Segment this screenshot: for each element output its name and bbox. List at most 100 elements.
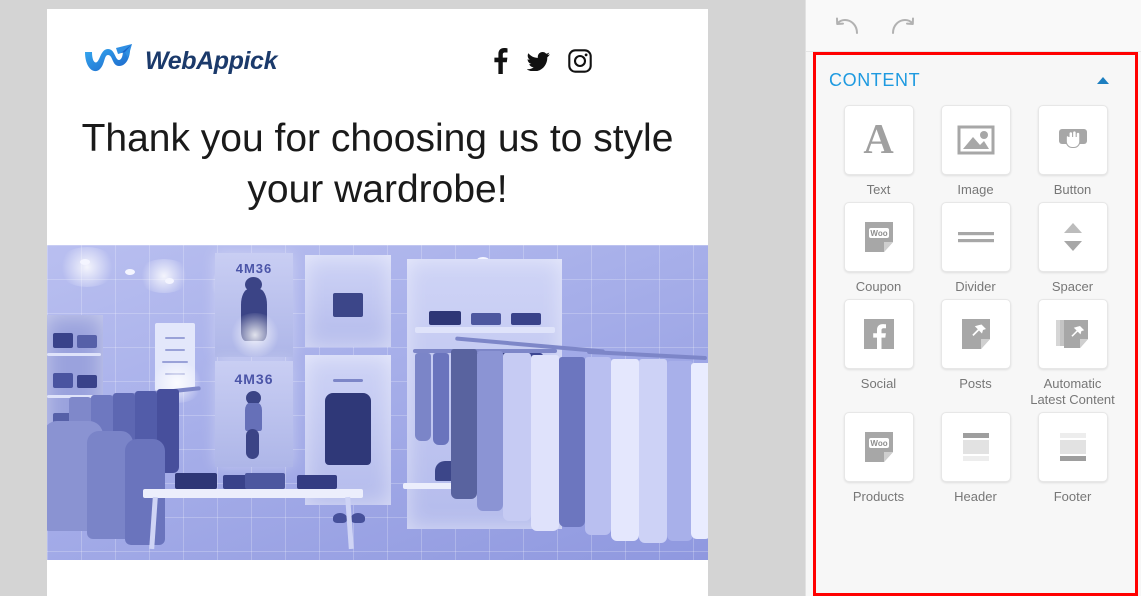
folded-clothes	[245, 473, 285, 489]
spacer-arrows-icon	[1063, 223, 1082, 251]
block-label: Posts	[959, 376, 992, 391]
block-label: Products	[852, 489, 905, 504]
content-panel-header[interactable]: CONTENT	[816, 55, 1135, 105]
facebook-icon[interactable]	[492, 48, 509, 74]
tile[interactable]	[940, 202, 1011, 272]
tile[interactable]	[940, 412, 1011, 482]
image-icon	[957, 125, 994, 155]
hanging-garment	[415, 353, 431, 441]
content-block-products[interactable]: Woo Products	[830, 412, 927, 505]
email-header-block[interactable]: WebAppick	[47, 9, 708, 113]
pin-post-icon	[961, 319, 990, 349]
poster-top: 4M36	[215, 253, 293, 357]
stacked-posts-icon	[1055, 320, 1088, 348]
facebook-square-icon	[863, 319, 894, 349]
content-block-footer[interactable]: Footer	[1024, 412, 1121, 505]
poster-glow	[229, 313, 281, 357]
block-label: Divider	[955, 279, 996, 294]
ceiling-light	[165, 278, 174, 284]
alcove-shelf	[415, 327, 555, 333]
content-block-button[interactable]: Button	[1024, 105, 1121, 198]
woo-products-icon: Woo	[864, 432, 893, 462]
email-document[interactable]: WebAppick Thank you for choosing us to s…	[47, 9, 708, 596]
hanging-garment	[503, 353, 531, 521]
hanging-garment	[691, 363, 708, 539]
hanging-jacket	[325, 393, 371, 465]
content-block-image[interactable]: Image	[927, 105, 1024, 198]
poster-text: 4M36	[234, 371, 274, 387]
hanger	[333, 379, 363, 382]
block-label: Social	[860, 376, 897, 391]
hanging-garment	[611, 359, 639, 541]
content-block-text[interactable]: A Text	[830, 105, 927, 198]
tile[interactable]: A	[843, 105, 914, 175]
content-block-header[interactable]: Header	[927, 412, 1024, 505]
block-label: Automatic Latest Content	[1030, 376, 1115, 407]
ceiling-glow	[57, 247, 117, 287]
sign-line	[165, 349, 185, 351]
shoe	[351, 513, 365, 523]
tile[interactable]	[940, 105, 1011, 175]
block-label: Button	[1053, 182, 1092, 197]
woo-coupon-icon: Woo	[864, 222, 893, 252]
content-block-coupon[interactable]: Woo Coupon	[830, 202, 927, 295]
shelf	[47, 353, 101, 356]
poster-model-legs	[246, 429, 259, 459]
folded-clothes	[511, 313, 541, 325]
poster-text: 4M36	[235, 261, 273, 276]
display-box	[333, 293, 363, 317]
tile[interactable]: Woo	[843, 202, 914, 272]
hanging-garment	[667, 361, 693, 541]
text-a-icon: A	[863, 117, 894, 163]
brand-logo: WebAppick	[82, 42, 277, 80]
hanging-garment	[639, 359, 667, 543]
block-label: Image	[957, 182, 994, 197]
header-layout-icon	[962, 433, 989, 461]
tile[interactable]	[1037, 202, 1108, 272]
webappick-w-logo-icon	[85, 44, 132, 72]
tile[interactable]	[843, 299, 914, 369]
hanging-garment	[433, 353, 449, 445]
svg-text:Woo: Woo	[870, 439, 887, 448]
twitter-icon[interactable]	[527, 51, 550, 71]
email-headline[interactable]: Thank you for choosing us to style your …	[47, 113, 708, 245]
redo-icon	[892, 17, 914, 34]
block-label: Coupon	[855, 279, 902, 294]
tile[interactable]	[940, 299, 1011, 369]
hanging-garment	[585, 357, 611, 535]
footer-layout-icon	[1059, 433, 1086, 461]
tile[interactable]: Woo	[843, 412, 914, 482]
poster-model-body	[245, 403, 262, 431]
button-cursor-icon	[1058, 129, 1087, 149]
panel-title: CONTENT	[829, 69, 921, 90]
content-block-social[interactable]: Social	[830, 299, 927, 408]
tile[interactable]	[1037, 412, 1108, 482]
caret-up-icon[interactable]	[1097, 76, 1109, 84]
folded-clothes	[297, 475, 337, 489]
undo-button[interactable]	[833, 11, 863, 41]
folded-clothes	[175, 473, 217, 489]
tile[interactable]	[1037, 105, 1108, 175]
hanging-garment	[531, 355, 559, 531]
folded-clothes	[53, 373, 73, 388]
undo-icon	[836, 17, 858, 34]
block-label: Spacer	[1051, 279, 1094, 294]
content-block-divider[interactable]: Divider	[927, 202, 1024, 295]
tile[interactable]	[1037, 299, 1108, 369]
content-block-posts[interactable]: Posts	[927, 299, 1024, 408]
hanging-garment	[451, 349, 477, 499]
display-table	[143, 489, 363, 498]
shoe	[333, 513, 347, 523]
ceiling-light	[80, 259, 90, 265]
redo-button[interactable]	[887, 11, 917, 41]
poster-bottom: 4M36	[215, 361, 293, 467]
content-block-automatic-latest-content[interactable]: Automatic Latest Content	[1024, 299, 1121, 408]
ceiling-glow	[137, 259, 191, 293]
instagram-icon[interactable]	[568, 49, 592, 73]
folded-clothes	[429, 311, 461, 325]
hanging-garment	[477, 351, 503, 511]
content-block-spacer[interactable]: Spacer	[1024, 202, 1121, 295]
store-photo[interactable]: 4M36 4M36	[47, 245, 708, 560]
content-blocks-grid: A Text Image Button Woo Coupon Divider S…	[816, 105, 1135, 505]
history-toolbar	[806, 0, 1141, 52]
